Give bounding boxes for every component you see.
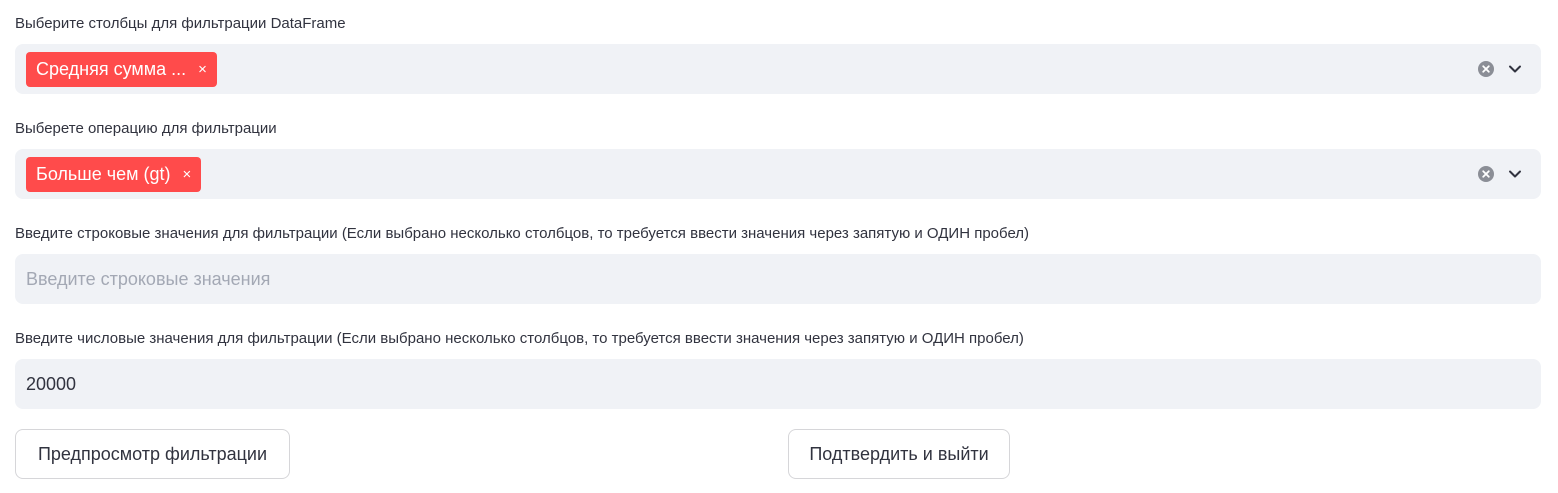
columns-select-label: Выберите столбцы для фильтрации DataFram… xyxy=(15,15,346,32)
clear-selection-icon[interactable] xyxy=(1478,61,1494,77)
operation-multiselect[interactable]: Больше чем (gt) × xyxy=(15,149,1541,199)
chevron-down-icon[interactable] xyxy=(1507,166,1523,182)
preview-filter-button[interactable]: Предпросмотр фильтрации xyxy=(15,429,290,479)
numeric-values-input[interactable] xyxy=(15,359,1541,409)
remove-tag-icon[interactable]: × xyxy=(198,62,207,77)
chevron-down-icon[interactable] xyxy=(1507,61,1523,77)
columns-multiselect[interactable]: Средняя сумма ... × xyxy=(15,44,1541,94)
remove-tag-icon[interactable]: × xyxy=(183,167,192,182)
selected-operation-tag: Больше чем (gt) × xyxy=(26,157,202,192)
selected-column-tag: Средняя сумма ... × xyxy=(26,52,217,87)
operation-select-label: Выберете операцию для фильтрации xyxy=(15,120,277,137)
clear-selection-icon[interactable] xyxy=(1478,166,1494,182)
string-values-field xyxy=(15,254,1541,304)
confirm-and-exit-button[interactable]: Подтвердить и выйти xyxy=(788,429,1010,479)
filter-form: Выберите столбцы для фильтрации DataFram… xyxy=(0,0,1558,493)
selected-operation-tag-label: Больше чем (gt) xyxy=(36,164,171,184)
numeric-values-label: Введите числовые значения для фильтрации… xyxy=(15,330,1024,347)
numeric-values-field xyxy=(15,359,1541,409)
string-values-label: Введите строковые значения для фильтраци… xyxy=(15,225,1030,242)
selected-column-tag-label: Средняя сумма ... xyxy=(36,59,187,79)
string-values-input[interactable] xyxy=(15,254,1541,304)
